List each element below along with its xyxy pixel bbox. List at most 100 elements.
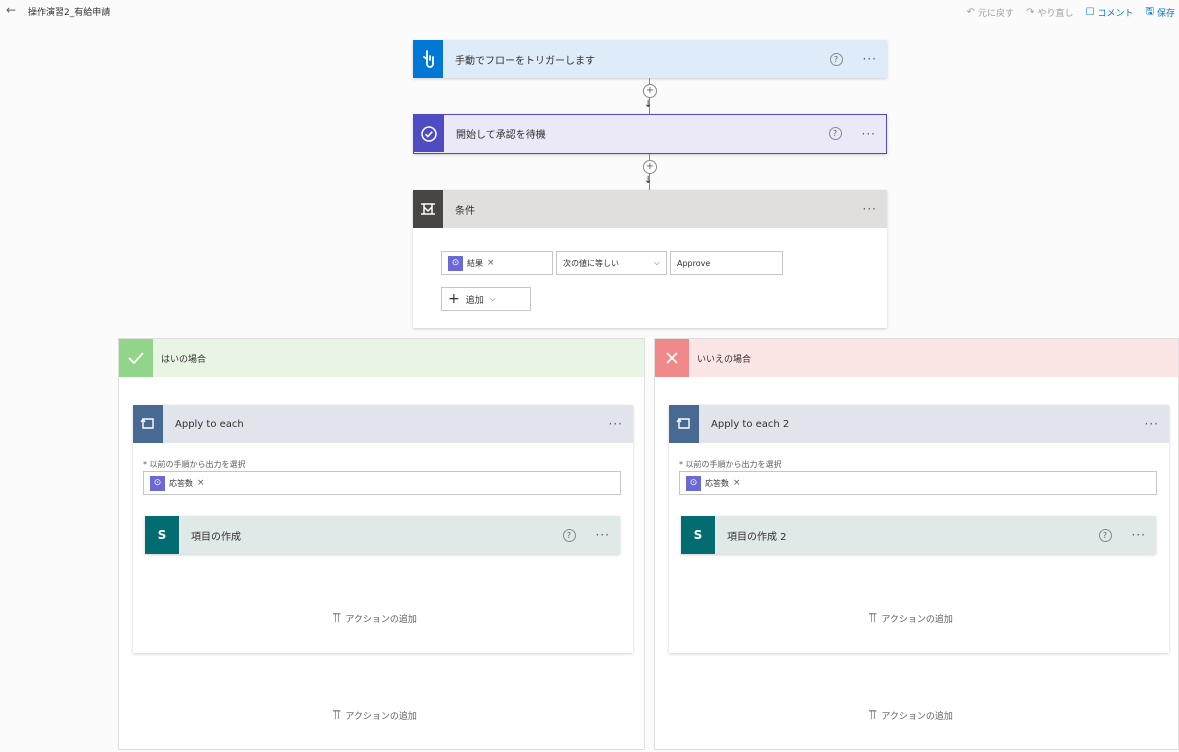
approval-token-icon: ⊙ xyxy=(448,255,463,271)
remove-token-icon[interactable]: × xyxy=(733,478,741,488)
token-label: 応答数 xyxy=(705,478,729,488)
plus-icon: + xyxy=(448,291,460,307)
add-action-label: アクションの追加 xyxy=(345,712,417,722)
condition-title: 条件 xyxy=(455,205,475,217)
add-condition-button[interactable]: + 追加 ⌵ xyxy=(441,287,531,311)
more-options-icon[interactable]: ··· xyxy=(1132,528,1146,542)
more-options-icon[interactable]: ··· xyxy=(863,202,877,216)
save-icon: 🖫 xyxy=(1145,6,1154,17)
help-icon[interactable]: ? xyxy=(1098,528,1112,542)
connector: + ↓ xyxy=(643,154,657,190)
condition-left-operand[interactable]: ⊙ 結果 × xyxy=(441,251,553,275)
yes-branch: はいの場合 Apply to each ··· * 以前の手順から出力を選択 ⊙… xyxy=(118,338,645,750)
comment-icon: ☐ xyxy=(1085,7,1095,18)
add-action-icon: ⫪ xyxy=(869,708,877,723)
approval-card[interactable]: 開始して承認を待機 ? ··· xyxy=(413,114,887,154)
condition-value: Approve xyxy=(677,258,711,268)
top-bar: ← 操作演習2_有給申請 ↶ 元に戻す ↷ やり直し ☐ コメント 🖫 保存 xyxy=(0,0,1179,22)
remove-token-icon[interactable]: × xyxy=(487,258,495,268)
undo-button[interactable]: ↶ 元に戻す xyxy=(967,4,1014,21)
dynamic-token[interactable]: ⊙ 応答数 × xyxy=(150,475,205,491)
comment-button[interactable]: ☐ コメント xyxy=(1085,4,1133,21)
create-item-title: 項目の作成 xyxy=(191,531,241,543)
create-item-card[interactable]: S 項目の作成 ? ··· xyxy=(145,516,620,554)
add-action-label: アクションの追加 xyxy=(881,615,953,625)
apply-to-each-header[interactable]: Apply to each ··· xyxy=(133,405,633,443)
save-label: 保存 xyxy=(1156,9,1175,19)
more-options-icon[interactable]: ··· xyxy=(609,417,623,431)
yes-branch-header: はいの場合 xyxy=(119,339,644,377)
output-select-input[interactable]: ⊙ 応答数 × xyxy=(679,471,1157,495)
trigger-title: 手動でフローをトリガーします xyxy=(455,55,595,67)
add-action-button[interactable]: ⫪ アクションの追加 xyxy=(869,611,953,626)
help-icon[interactable]: ? xyxy=(829,52,843,66)
chevron-down-icon: ⌵ xyxy=(489,294,496,303)
output-select-input[interactable]: ⊙ 応答数 × xyxy=(143,471,621,495)
more-options-icon[interactable]: ··· xyxy=(862,127,876,141)
no-branch-header: いいえの場合 xyxy=(655,339,1178,377)
apply-to-each-2-title: Apply to each 2 xyxy=(711,418,790,430)
add-action-icon: ⫪ xyxy=(869,611,877,626)
add-action-label: アクションの追加 xyxy=(345,615,417,625)
no-branch: いいえの場合 Apply to each 2 ··· * 以前の手順から出力を選… xyxy=(654,338,1179,750)
close-icon xyxy=(655,339,689,377)
back-arrow-icon[interactable]: ← xyxy=(6,3,16,17)
remove-token-icon[interactable]: × xyxy=(197,478,205,488)
comment-label: コメント xyxy=(1097,9,1134,19)
connector: + ↓ xyxy=(643,78,657,114)
redo-button[interactable]: ↷ やり直し xyxy=(1026,4,1073,21)
insert-step-button[interactable]: + xyxy=(643,84,657,98)
hand-icon xyxy=(413,40,443,78)
loop-icon xyxy=(669,405,699,443)
condition-value-input[interactable]: Approve xyxy=(670,251,783,275)
forms-token-icon: ⊙ xyxy=(686,475,701,491)
more-options-icon[interactable]: ··· xyxy=(596,528,610,542)
apply-to-each-2-card: Apply to each 2 ··· * 以前の手順から出力を選択 ⊙ 応答数… xyxy=(669,405,1169,653)
no-branch-title: いいえの場合 xyxy=(697,354,752,365)
forms-token-icon: ⊙ xyxy=(150,475,165,491)
field-label: * 以前の手順から出力を選択 xyxy=(143,460,246,469)
condition-header[interactable]: 条件 ··· xyxy=(413,190,887,228)
redo-label: やり直し xyxy=(1037,9,1074,19)
condition-card: 条件 ··· ⊙ 結果 × 次の値に等しい ⌵ Approve + 追加 ⌵ xyxy=(413,190,887,328)
loop-icon xyxy=(133,405,163,443)
token-label: 結果 xyxy=(467,258,483,268)
field-label: * 以前の手順から出力を選択 xyxy=(679,460,782,469)
more-options-icon[interactable]: ··· xyxy=(1145,417,1159,431)
trigger-card[interactable]: 手動でフローをトリガーします ? ··· xyxy=(413,40,887,78)
arrow-down-icon: ↓ xyxy=(644,175,653,186)
create-item-2-card[interactable]: S 項目の作成 2 ? ··· xyxy=(681,516,1156,554)
more-options-icon[interactable]: ··· xyxy=(863,52,877,66)
dynamic-token[interactable]: ⊙ 結果 × xyxy=(448,255,495,271)
undo-label: 元に戻す xyxy=(978,9,1015,19)
condition-icon xyxy=(413,190,443,228)
add-label: 追加 xyxy=(465,295,484,306)
arrow-down-icon: ↓ xyxy=(644,99,653,110)
add-action-icon: ⫪ xyxy=(333,708,341,723)
add-action-button[interactable]: ⫪ アクションの追加 xyxy=(333,708,417,723)
help-icon[interactable]: ? xyxy=(828,127,842,140)
approval-icon xyxy=(414,115,444,152)
yes-branch-title: はいの場合 xyxy=(161,354,207,365)
insert-step-button[interactable]: + xyxy=(643,160,657,174)
add-action-icon: ⫪ xyxy=(333,611,341,626)
chevron-down-icon: ⌵ xyxy=(653,258,660,267)
add-action-button[interactable]: ⫪ アクションの追加 xyxy=(333,611,417,626)
undo-icon: ↶ xyxy=(966,7,976,18)
add-action-button[interactable]: ⫪ アクションの追加 xyxy=(869,708,953,723)
apply-to-each-card: Apply to each ··· * 以前の手順から出力を選択 ⊙ 応答数 ×… xyxy=(133,405,633,653)
sharepoint-icon: S xyxy=(145,516,179,554)
flow-name: 操作演習2_有給申請 xyxy=(28,8,111,18)
condition-operator-select[interactable]: 次の値に等しい ⌵ xyxy=(556,251,667,275)
create-item-2-title: 項目の作成 2 xyxy=(727,531,787,543)
token-label: 応答数 xyxy=(169,478,193,488)
dynamic-token[interactable]: ⊙ 応答数 × xyxy=(686,475,741,491)
help-icon[interactable]: ? xyxy=(562,528,576,542)
operator-value: 次の値に等しい xyxy=(563,258,619,268)
save-button[interactable]: 🖫 保存 xyxy=(1145,4,1175,21)
approval-title: 開始して承認を待機 xyxy=(456,130,546,141)
sharepoint-icon: S xyxy=(681,516,715,554)
apply-to-each-title: Apply to each xyxy=(175,418,244,430)
check-icon xyxy=(119,339,153,377)
apply-to-each-2-header[interactable]: Apply to each 2 ··· xyxy=(669,405,1169,443)
